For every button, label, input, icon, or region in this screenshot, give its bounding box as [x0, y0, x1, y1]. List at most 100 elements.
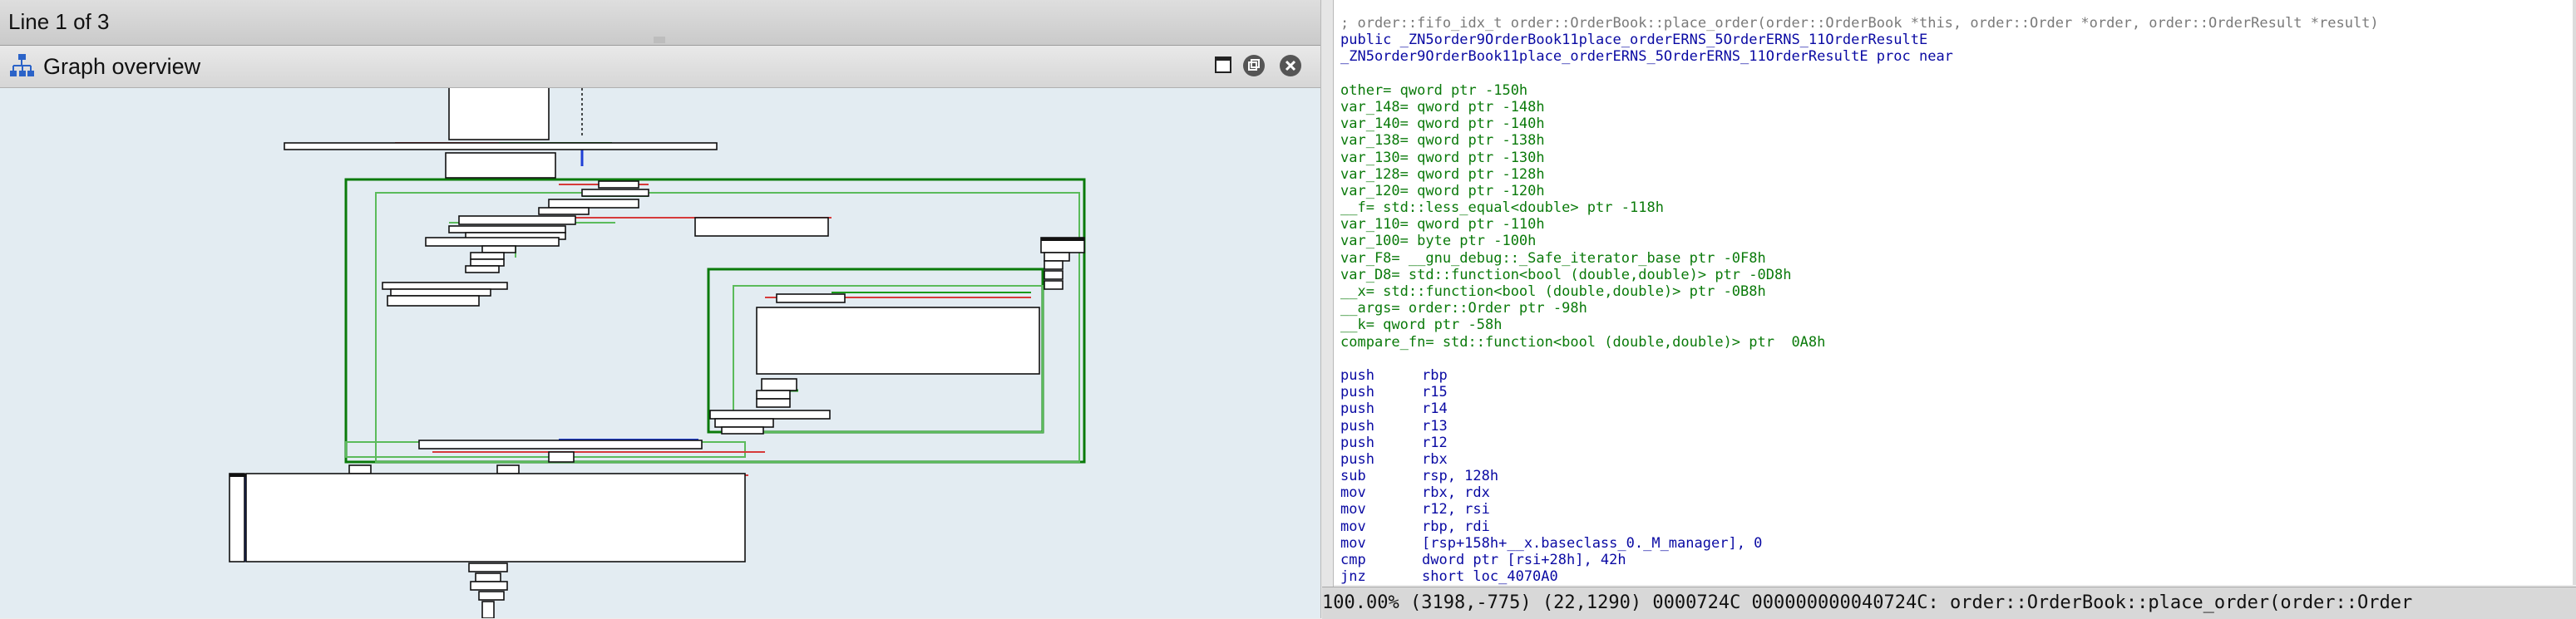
graph-node [481, 245, 516, 253]
graph-node [756, 307, 1040, 375]
stack-var-line[interactable]: var_110= qword ptr -110h [1340, 216, 2379, 233]
graph-node [387, 295, 480, 307]
graph-overview-header: Graph overview [0, 46, 1320, 88]
graph-node [348, 464, 372, 474]
left-pane: Line 1 of 3 Graph overview [0, 0, 1320, 618]
operands: short loc_4070A0 [1422, 568, 1558, 585]
graph-node [470, 258, 505, 267]
graph-node [470, 252, 505, 260]
comment-line[interactable]: ; order::fifo_idx_t order::OrderBook::pl… [1340, 15, 2379, 32]
graph-node [1044, 280, 1063, 290]
mnemonic: mov [1340, 534, 1366, 552]
operands: r12 [1422, 434, 1448, 451]
stack-var-line[interactable]: var_130= qword ptr -130h [1340, 150, 2379, 166]
pane-splitter[interactable] [1320, 0, 1334, 618]
mnemonic: sub [1340, 468, 1366, 485]
instruction-line[interactable]: mov rbx, rdx [1340, 484, 2379, 501]
restore-icon[interactable] [1212, 54, 1236, 77]
instruction-line[interactable]: mov [rsp+158h+__x.baseclass_0._M_manager]… [1340, 535, 2379, 552]
operands: rbx [1422, 450, 1448, 468]
disassembly-view[interactable]: ; order::fifo_idx_t order::OrderBook::pl… [1334, 0, 2576, 585]
graph-node [284, 142, 718, 150]
mnemonic: mov [1340, 518, 1366, 535]
status-bar: 100.00% (3198,-775) (22,1290) 0000724C 0… [1322, 587, 2576, 619]
graph-node [481, 601, 495, 618]
instruction-line[interactable]: sub rsp, 128h [1340, 468, 2379, 484]
stack-var-line[interactable]: __args= order::Order ptr -98h [1340, 300, 2379, 317]
graph-node [478, 591, 505, 601]
stack-var-line[interactable]: var_128= qword ptr -128h [1340, 166, 2379, 183]
graph-node [448, 225, 566, 233]
graph-node [465, 265, 500, 273]
float-icon[interactable] [1242, 54, 1266, 77]
stack-var-line[interactable]: compare_fn= std::function<bool (double,d… [1340, 334, 2379, 351]
graph-node [425, 237, 560, 247]
operands: rbp, rdi [1422, 518, 1490, 535]
mnemonic: push [1340, 400, 1374, 418]
graph-overview-icon [10, 54, 34, 76]
graph-node [714, 418, 774, 428]
graph-node [694, 217, 829, 237]
instruction-line[interactable]: cmp dword ptr [rsi+28h], 42h [1340, 552, 2379, 568]
graph-overview-canvas[interactable] [0, 88, 1320, 618]
graph-node [1044, 252, 1070, 262]
instruction-line[interactable]: push rbx [1340, 451, 2379, 468]
instruction-line[interactable]: push r15 [1340, 384, 2379, 400]
instruction-line[interactable]: push rbp [1340, 367, 2379, 384]
mnemonic: push [1340, 434, 1374, 451]
graph-node [756, 398, 791, 408]
vertical-scrollbar[interactable] [2573, 0, 2576, 585]
stack-var-line[interactable]: __x= std::function<bool (double,double)>… [1340, 283, 2379, 300]
control-flow-graph[interactable] [0, 88, 1320, 618]
graph-node [470, 581, 508, 591]
operands: dword ptr [rsi+28h], 42h [1422, 552, 1626, 568]
stack-var-line[interactable]: var_D8= std::function<bool (double,doubl… [1340, 267, 2379, 283]
graph-node [761, 378, 797, 391]
blank-line[interactable] [1340, 351, 2379, 367]
label-line[interactable]: _ZN5order9OrderBook11place_orderERNS_5Or… [1340, 48, 2379, 65]
graph-node [468, 563, 508, 572]
graph-node [548, 451, 575, 463]
instruction-line[interactable]: mov rbp, rdi [1340, 518, 2379, 535]
node-shadow [1041, 238, 1084, 241]
mnemonic: push [1340, 417, 1374, 435]
stack-var-line[interactable]: var_F8= __gnu_debug::_Safe_iterator_base… [1340, 250, 2379, 267]
instruction-line[interactable]: mov r12, rsi [1340, 501, 2379, 518]
graph-node [418, 440, 703, 450]
graph-node [581, 189, 649, 197]
line-indicator-bar: Line 1 of 3 [0, 0, 1320, 46]
stack-var-line[interactable]: var_140= qword ptr -140h [1340, 115, 2379, 132]
operands: rsp, 128h [1422, 468, 1499, 485]
graph-node [229, 473, 245, 563]
disassembly-listing[interactable]: ; order::fifo_idx_t order::OrderBook::pl… [1340, 15, 2379, 585]
mnemonic: cmp [1340, 552, 1366, 568]
line-indicator: Line 1 of 3 [8, 9, 110, 34]
close-icon[interactable] [1279, 54, 1302, 77]
stack-var-line[interactable]: var_138= qword ptr -138h [1340, 132, 2379, 149]
mnemonic: jnz [1340, 568, 1366, 585]
splitter-grip[interactable] [654, 37, 665, 43]
graph-node [709, 410, 831, 420]
stack-var-line[interactable]: __k= qword ptr -58h [1340, 317, 2379, 333]
instruction-line[interactable]: jnz short loc_4070A0 [1340, 568, 2379, 585]
stack-var-line[interactable]: var_148= qword ptr -148h [1340, 99, 2379, 115]
graph-node [538, 207, 590, 215]
instruction-line[interactable]: push r12 [1340, 435, 2379, 451]
operands: r12, rsi [1422, 501, 1490, 518]
mnemonic: mov [1340, 484, 1366, 502]
stack-var-line[interactable]: __f= std::less_equal<double> ptr -118h [1340, 199, 2379, 216]
instruction-line[interactable]: push r13 [1340, 418, 2379, 435]
graph-node [1044, 270, 1063, 280]
instruction-line[interactable]: push r14 [1340, 400, 2379, 417]
stack-var-line[interactable]: var_120= qword ptr -120h [1340, 183, 2379, 199]
node-shadow [229, 474, 246, 477]
label-line[interactable]: public _ZN5order9OrderBook11place_orderE… [1340, 32, 2379, 48]
graph-node [496, 464, 520, 474]
blank-line[interactable] [1340, 66, 2379, 82]
mnemonic: push [1340, 384, 1374, 401]
stack-var-line[interactable]: var_100= byte ptr -100h [1340, 233, 2379, 249]
graph-node [448, 88, 550, 140]
graph-node [458, 215, 576, 225]
stack-var-line[interactable]: other= qword ptr -150h [1340, 82, 2379, 99]
graph-node [390, 288, 491, 297]
